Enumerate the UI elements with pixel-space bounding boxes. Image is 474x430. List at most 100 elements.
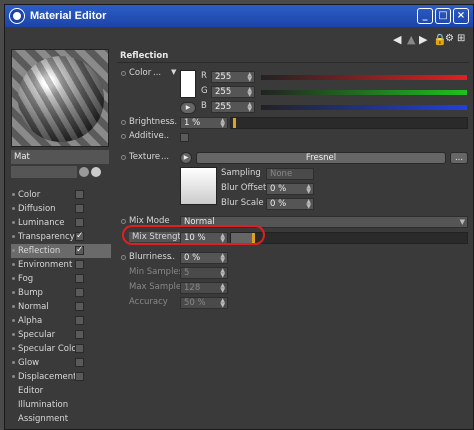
- texture-preview[interactable]: [180, 167, 217, 205]
- channel-item-alpha[interactable]: Alpha: [11, 314, 111, 328]
- channel-item-bump[interactable]: Bump: [11, 286, 111, 300]
- channel-item-diffusion[interactable]: Diffusion: [11, 202, 111, 216]
- channel-checkbox[interactable]: [75, 302, 84, 311]
- close-button[interactable]: ×: [453, 8, 469, 24]
- material-name-field[interactable]: Mat: [11, 150, 109, 164]
- channel-checkbox[interactable]: [75, 330, 84, 339]
- brightness-field[interactable]: 1 % ▲ ▼: [180, 117, 228, 129]
- arrow-right-icon[interactable]: ▶: [419, 33, 427, 46]
- channel-item-glow[interactable]: Glow: [11, 356, 111, 370]
- blurriness-field[interactable]: 0 % ▲ ▼: [180, 252, 228, 264]
- g-slider[interactable]: [261, 90, 467, 95]
- sampling-dropdown[interactable]: None: [266, 168, 314, 180]
- mix-mode-animate-dot-icon[interactable]: [121, 219, 126, 224]
- brightness-animate-dot-icon[interactable]: [121, 120, 126, 125]
- channel-item-normal[interactable]: Normal: [11, 300, 111, 314]
- channel-label: Bump: [18, 288, 43, 298]
- material-search-field[interactable]: [11, 166, 77, 178]
- min-samples-field[interactable]: 5 ▲ ▼: [180, 267, 228, 279]
- max-samples-field[interactable]: 128 ▲ ▼: [180, 282, 228, 294]
- brightness-slider[interactable]: [230, 117, 468, 129]
- texture-name-button[interactable]: Fresnel: [196, 152, 446, 164]
- channel-checkbox[interactable]: [75, 260, 84, 269]
- channel-item-specular[interactable]: Specular: [11, 328, 111, 342]
- channel-checkbox[interactable]: [75, 358, 84, 367]
- r-value: 255: [215, 72, 232, 82]
- color-dropdown-icon[interactable]: ▼: [171, 68, 176, 76]
- material-editor-window: Material Editor _ □ × ◀ ▲ ▶ 🔒 ⚙ ⊞ Mat Co…: [4, 4, 474, 430]
- window-title: Material Editor: [30, 10, 107, 22]
- channel-label: Alpha: [18, 316, 43, 326]
- accuracy-spinner-icon[interactable]: ▲ ▼: [220, 298, 225, 309]
- channel-item-illumination[interactable]: Illumination: [11, 398, 111, 412]
- g-spinner-icon[interactable]: ▲ ▼: [247, 87, 252, 98]
- channel-checkbox[interactable]: [75, 288, 84, 297]
- arrow-up-icon[interactable]: ▲: [407, 33, 415, 46]
- color-swatch[interactable]: [180, 70, 196, 98]
- channel-item-specular-color[interactable]: Specular Color: [11, 342, 111, 356]
- channel-item-color[interactable]: Color: [11, 188, 111, 202]
- texture-dots: ...: [161, 152, 170, 162]
- g-value-field[interactable]: 255 ▲ ▼: [211, 86, 255, 98]
- texture-animate-dot-icon[interactable]: [121, 155, 126, 160]
- material-preview[interactable]: [11, 49, 109, 147]
- channel-checkbox[interactable]: [75, 372, 84, 381]
- material-icon[interactable]: [91, 167, 101, 177]
- maximize-button[interactable]: □: [435, 8, 451, 24]
- channel-item-fog[interactable]: Fog: [11, 272, 111, 286]
- max-samples-spinner-icon[interactable]: ▲ ▼: [220, 283, 225, 294]
- texture-menu-button[interactable]: ▶: [180, 152, 192, 164]
- accuracy-field[interactable]: 50 % ▲ ▼: [180, 297, 228, 309]
- channel-checkbox[interactable]: [75, 344, 84, 353]
- blur-scale-field[interactable]: 0 % ▲ ▼: [266, 198, 314, 210]
- minimize-button[interactable]: _: [417, 8, 433, 24]
- additive-checkbox[interactable]: [180, 133, 189, 142]
- blur-offset-field[interactable]: 0 % ▲ ▼: [266, 183, 314, 195]
- settings-icon[interactable]: ⚙: [445, 33, 454, 44]
- channel-item-assignment[interactable]: Assignment: [11, 412, 111, 426]
- brightness-spinner-icon[interactable]: ▲ ▼: [220, 118, 225, 129]
- b-slider[interactable]: [261, 105, 467, 110]
- brightness-value: 1 %: [184, 118, 201, 128]
- blur-scale-value: 0 %: [270, 199, 287, 209]
- blur-offset-spinner-icon[interactable]: ▲ ▼: [306, 184, 311, 195]
- min-samples-spinner-icon[interactable]: ▲ ▼: [220, 268, 225, 279]
- b-spinner-icon[interactable]: ▲ ▼: [247, 102, 252, 113]
- min-samples-value: 5: [184, 268, 190, 278]
- color-mode-button[interactable]: ▶: [180, 102, 196, 114]
- r-spinner-icon[interactable]: ▲ ▼: [247, 72, 252, 83]
- blur-scale-spinner-icon[interactable]: ▲ ▼: [306, 199, 311, 210]
- channel-item-environment[interactable]: Environment: [11, 258, 111, 272]
- additive-dots: ...: [161, 131, 170, 141]
- channel-item-editor[interactable]: Editor: [11, 384, 111, 398]
- additive-animate-dot-icon[interactable]: [121, 134, 126, 139]
- channel-checkbox[interactable]: ✓: [75, 246, 84, 255]
- channel-item-reflection[interactable]: Reflection ✓: [11, 244, 111, 258]
- new-panel-icon[interactable]: ⊞: [457, 33, 465, 44]
- channel-label: Assignment: [18, 414, 69, 424]
- channel-item-luminance[interactable]: Luminance: [11, 216, 111, 230]
- mix-strength-slider[interactable]: [230, 232, 468, 244]
- b-value-field[interactable]: 255 ▲ ▼: [211, 101, 255, 113]
- channel-checkbox[interactable]: [75, 218, 84, 227]
- color-animate-dot-icon[interactable]: [121, 71, 126, 76]
- texture-browse-button[interactable]: ...: [450, 152, 468, 164]
- brightness-slider-knob[interactable]: [233, 118, 236, 128]
- search-arrow-icon[interactable]: [79, 167, 89, 177]
- blurriness-spinner-icon[interactable]: ▲ ▼: [220, 253, 225, 264]
- blur-offset-label: Blur Offset: [221, 183, 267, 193]
- channel-checkbox[interactable]: [75, 274, 84, 283]
- r-value-field[interactable]: 255 ▲ ▼: [211, 71, 255, 83]
- channel-label: Glow: [18, 358, 40, 368]
- channel-item-displacement[interactable]: Displacement: [11, 370, 111, 384]
- channel-checkbox[interactable]: [75, 204, 84, 213]
- channel-checkbox[interactable]: [75, 316, 84, 325]
- blurriness-animate-dot-icon[interactable]: [121, 255, 126, 260]
- r-label: R: [201, 71, 207, 81]
- channel-checkbox[interactable]: [75, 190, 84, 199]
- cinema4d-logo-icon: [9, 8, 25, 24]
- r-slider[interactable]: [261, 75, 467, 80]
- channel-item-transparency[interactable]: Transparency ✓: [11, 230, 111, 244]
- arrow-left-icon[interactable]: ◀: [393, 33, 401, 46]
- channel-checkbox[interactable]: ✓: [75, 232, 84, 241]
